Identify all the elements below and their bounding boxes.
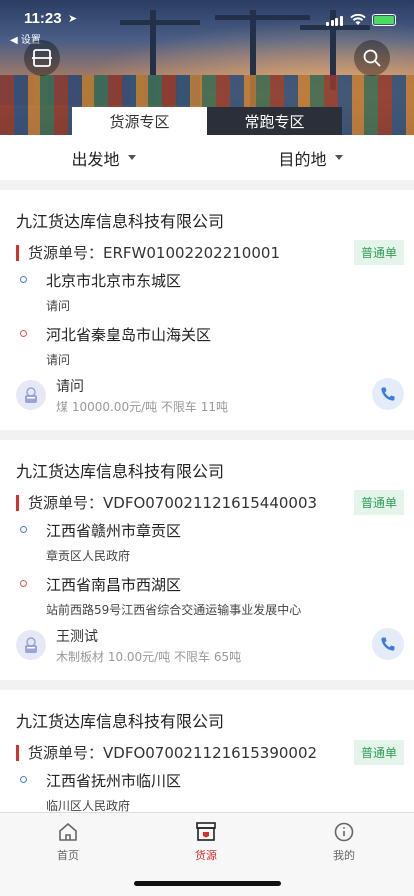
nav-home[interactable]: 首页 [28,821,108,863]
goods-info: 木制板材 10.00元/吨 不限车 65吨 [56,650,242,664]
scan-button[interactable] [24,40,60,76]
battery-icon [372,14,396,26]
cellular-signal-icon [326,15,344,26]
company-name: 九江货达库信息科技有限公司 [16,212,225,231]
destination-filter[interactable]: 目的地 [207,135,414,180]
origin-filter[interactable]: 出发地 [0,135,207,180]
order-marker [16,495,19,511]
origin-dot-icon [20,276,27,283]
status-bar: 11:23 ➤ ◀ 设置 [0,0,414,46]
location-arrow-icon: ➤ [68,12,78,25]
company-name: 九江货达库信息科技有限公司 [16,712,225,731]
contact-row: 请问 煤 10000.00元/吨 不限车 11吨 [16,376,404,416]
nav-profile-label: 我的 [333,849,355,862]
nav-home-label: 首页 [57,849,79,862]
destination-dot-icon [20,330,27,337]
phone-icon [381,637,395,651]
goods-info: 煤 10000.00元/吨 不限车 11吨 [56,400,229,414]
cargo-card[interactable]: 九江货达库信息科技有限公司 货源单号：VDFO07002112161544000… [0,440,414,680]
tab-cargo-zone[interactable]: 货源专区 [72,107,207,135]
call-button[interactable] [372,378,404,410]
wifi-icon [350,14,366,25]
order-number: 货源单号：VDFO070021121615390002 [28,744,318,762]
order-marker [16,245,19,261]
phone-icon [381,387,395,401]
caret-down-icon [127,155,136,160]
origin-filter-label: 出发地 [71,149,120,169]
contact-name: 王测试 [56,629,98,645]
nav-cargo-label: 货源 [195,849,217,862]
nav-profile[interactable]: 我的 [304,821,384,863]
avatar [16,630,46,660]
search-icon [363,49,381,67]
tab-regular-route-zone[interactable]: 常跑专区 [207,107,342,135]
nav-cargo[interactable]: 货源 [166,821,246,863]
order-marker [16,745,19,761]
contact-row: 王测试 木制板材 10.00元/吨 不限车 65吨 [16,626,404,666]
cargo-card[interactable]: 九江货达库信息科技有限公司 货源单号：ERFW01002202210001 普通… [0,190,414,430]
call-button[interactable] [372,628,404,660]
user-avatar-icon [25,387,37,403]
destination-dot-icon [20,580,27,587]
origin-dot-icon [20,526,27,533]
cargo-icon [196,822,216,841]
origin-dot-icon [20,776,27,783]
search-button[interactable] [354,40,390,76]
destination-filter-label: 目的地 [278,149,327,169]
profile-icon [334,822,354,842]
avatar [16,380,46,410]
order-type-badge: 普通单 [353,490,404,515]
cargo-card[interactable]: 九江货达库信息科技有限公司 货源单号：VDFO07002112161539000… [0,690,414,812]
caret-down-icon [334,155,343,160]
order-type-badge: 普通单 [353,740,404,765]
status-time: 11:23 [24,10,62,27]
order-type-badge: 普通单 [353,240,404,265]
home-indicator [134,881,281,886]
filter-bar: 出发地 目的地 [0,135,414,180]
home-icon [59,823,77,841]
zone-tabs: 货源专区 常跑专区 [72,107,342,135]
contact-name: 请问 [56,379,84,395]
user-avatar-icon [25,637,37,653]
order-number: 货源单号：VDFO070021121615440003 [28,494,318,512]
company-name: 九江货达库信息科技有限公司 [16,462,225,481]
scan-icon [32,49,52,67]
order-number: 货源单号：ERFW01002202210001 [28,244,280,262]
